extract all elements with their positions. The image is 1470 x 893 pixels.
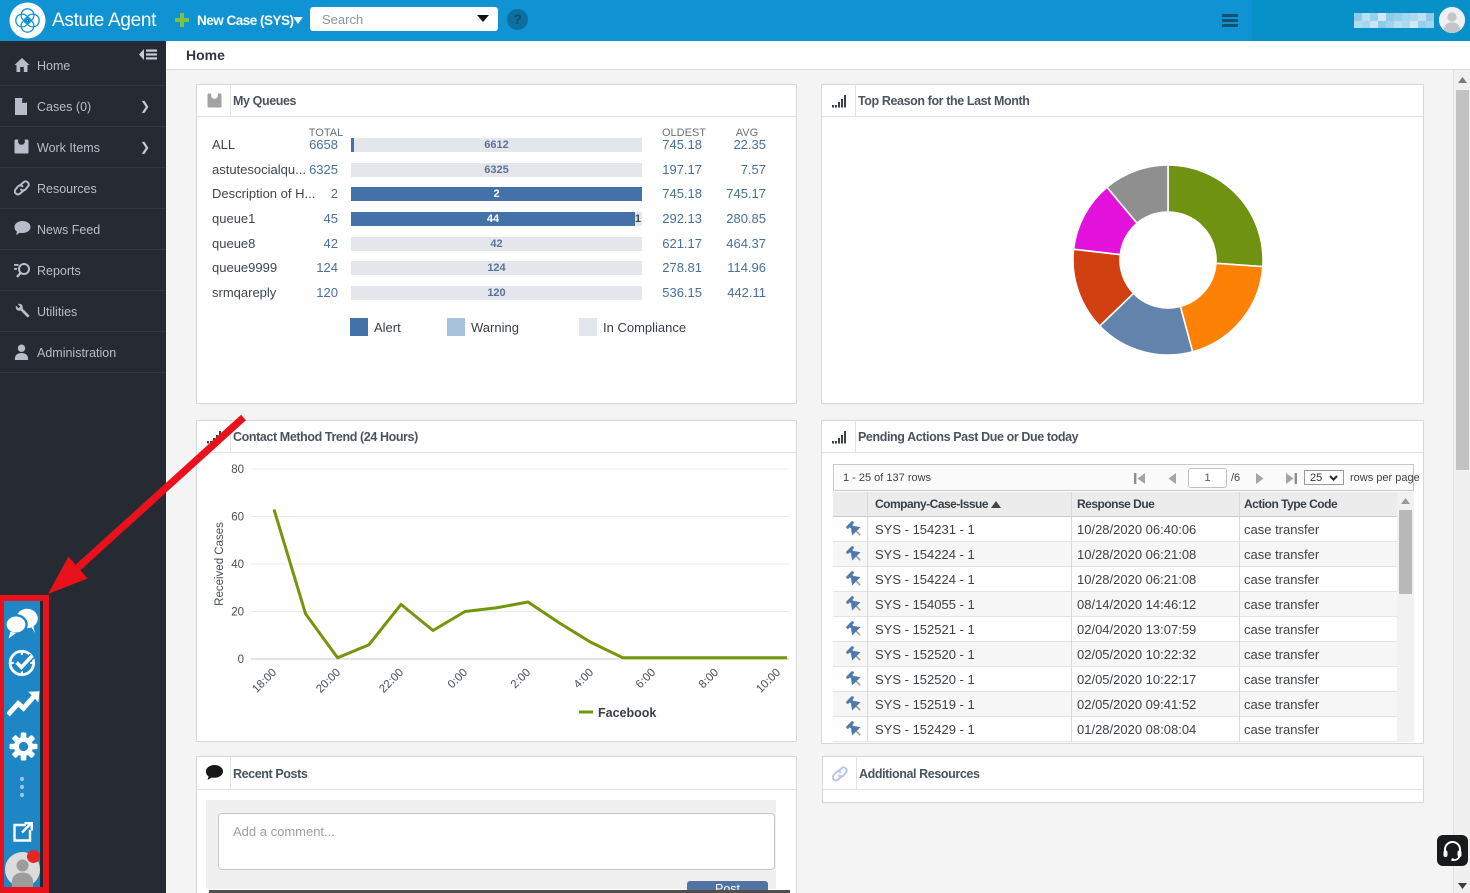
svg-text:0: 0: [238, 654, 244, 666]
svg-text:18:00: 18:00: [250, 667, 279, 696]
svg-text:20:00: 20:00: [314, 667, 343, 696]
svg-text:0:00: 0:00: [446, 667, 470, 691]
svg-text:Facebook: Facebook: [598, 706, 656, 720]
svg-text:8:00: 8:00: [697, 667, 721, 691]
svg-text:6:00: 6:00: [634, 667, 658, 691]
svg-text:2:00: 2:00: [509, 667, 533, 691]
svg-text:22:00: 22:00: [377, 667, 406, 696]
svg-text:10:00: 10:00: [754, 667, 783, 696]
svg-text:4:00: 4:00: [572, 667, 596, 691]
